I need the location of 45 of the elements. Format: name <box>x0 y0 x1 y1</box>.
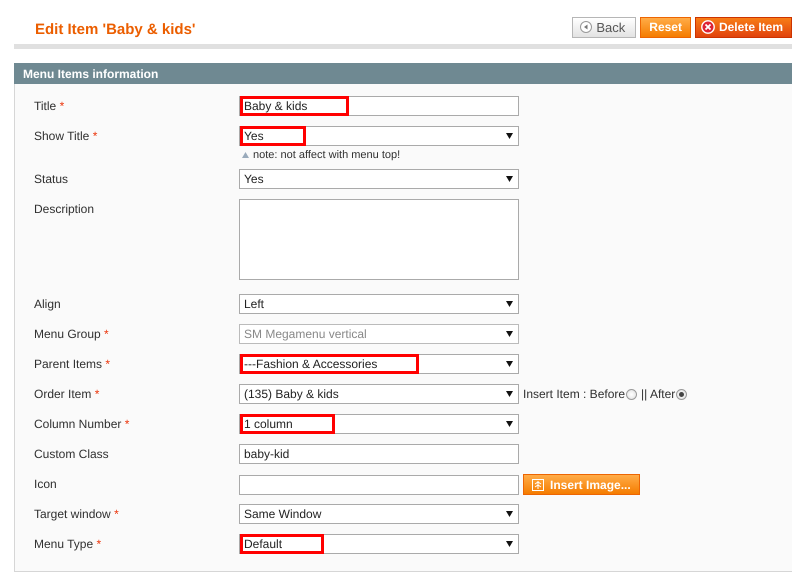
field-label: Status <box>34 171 70 186</box>
dropdown-arrow-icon <box>506 511 513 517</box>
field-label: Align <box>34 296 62 311</box>
field-label: Icon <box>34 476 58 491</box>
dropdown-arrow-icon <box>506 133 513 139</box>
dropdown-arrow-icon <box>506 541 513 547</box>
field-label: Column Number * <box>34 416 130 431</box>
page-title: Edit Item 'Baby & kids' <box>35 20 196 38</box>
image-icon <box>532 478 544 490</box>
field-label: Target window * <box>34 506 120 521</box>
section-header: Menu Items information <box>14 63 792 84</box>
select-field[interactable]: Left <box>239 294 519 314</box>
text-field[interactable]: baby-kid <box>239 444 519 464</box>
select-field[interactable]: 1 column <box>239 414 519 434</box>
field-note: note: not affect with menu top! <box>253 149 400 161</box>
textarea-field[interactable] <box>239 199 519 280</box>
dropdown-arrow-icon <box>506 301 513 307</box>
field-label: Menu Type * <box>34 536 102 551</box>
dropdown-arrow-icon <box>506 361 513 367</box>
field-label: Custom Class <box>34 446 110 461</box>
field-label: Description <box>34 201 96 216</box>
field-label: Show Title * <box>34 128 98 143</box>
triangle-icon <box>242 152 249 158</box>
select-field[interactable]: ---Fashion & Accessories <box>239 354 519 374</box>
option-label: Insert Item : Before <box>523 387 626 401</box>
select-field[interactable]: Default <box>239 534 519 554</box>
back-button[interactable]: Back <box>572 16 636 38</box>
field-label: Parent Items * <box>34 356 112 371</box>
radio-button[interactable] <box>626 388 638 400</box>
select-field[interactable]: Yes <box>239 126 519 146</box>
select-field[interactable]: Same Window <box>239 504 519 524</box>
field-label: Menu Group * <box>34 326 110 341</box>
select-field[interactable]: Yes <box>239 169 519 189</box>
close-icon <box>700 20 715 34</box>
dropdown-arrow-icon <box>506 421 513 427</box>
dropdown-arrow-icon <box>506 331 513 337</box>
select-field[interactable]: (135) Baby & kids <box>239 384 519 404</box>
text-field[interactable] <box>239 474 519 494</box>
text-field[interactable]: Baby & kids <box>239 96 519 116</box>
dropdown-arrow-icon <box>506 391 513 397</box>
field-label: Title * <box>34 98 66 113</box>
field-label: Order Item * <box>34 386 100 401</box>
option-label: || After <box>641 387 676 401</box>
radio-button[interactable] <box>676 388 688 400</box>
dropdown-arrow-icon <box>506 176 513 182</box>
